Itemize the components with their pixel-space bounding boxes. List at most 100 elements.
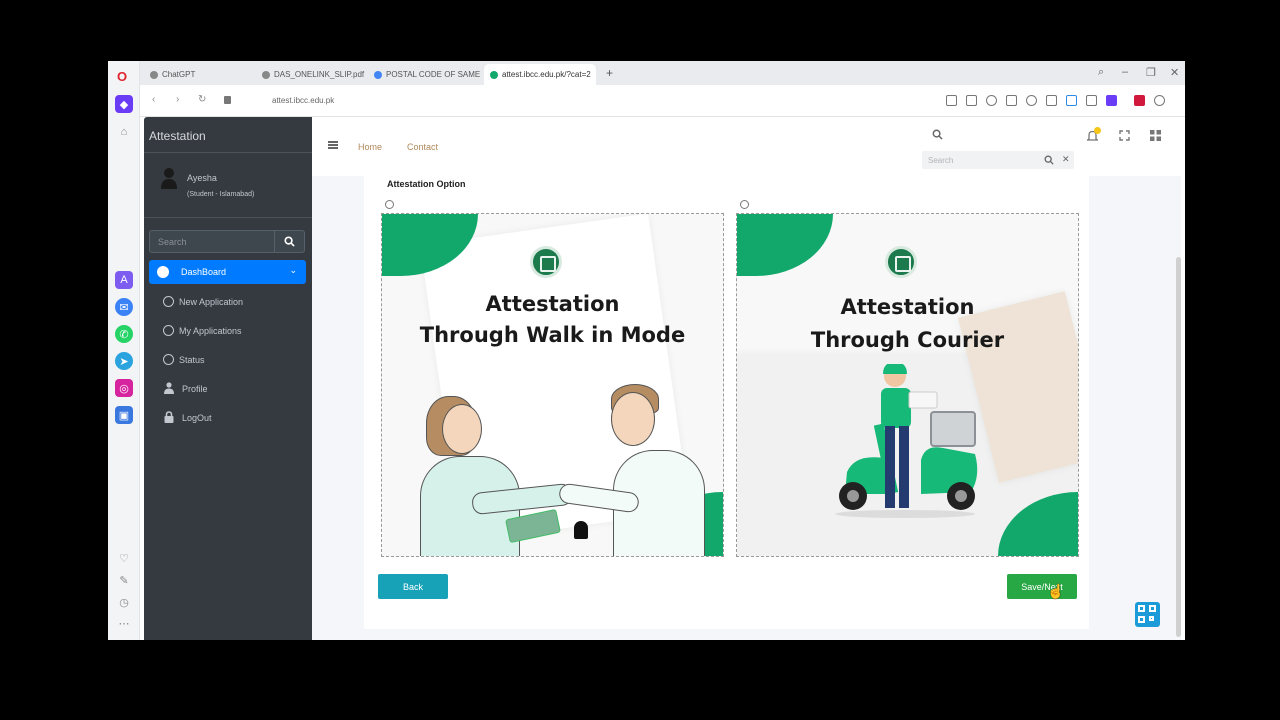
decor-blob [737, 214, 833, 276]
sidebar-item-profile[interactable]: Profile [163, 380, 303, 398]
sidebar-search-input[interactable] [150, 231, 275, 252]
lock-icon [164, 411, 174, 423]
ibcc-icon [490, 70, 498, 79]
extension-icon[interactable] [946, 95, 957, 106]
user-name[interactable]: Ayesha [187, 173, 217, 183]
nav-link-contact[interactable]: Contact [407, 142, 438, 152]
bookmark-heart-icon[interactable] [1026, 95, 1037, 106]
workspace-icon[interactable]: ◆ [115, 95, 133, 113]
tab-chatgpt[interactable]: ChatGPT [144, 64, 254, 85]
user-role: (Student - Islamabad) [187, 191, 255, 198]
tab-bar: ChatGPT DAS_ONELINK_SLIP.pdf POSTAL CODE… [140, 61, 1185, 85]
globe-icon [262, 70, 270, 79]
forward-nav-icon[interactable]: › [176, 94, 179, 105]
courier-radio[interactable] [740, 200, 749, 209]
history-icon[interactable]: ◷ [115, 593, 133, 611]
browser-side-rail: O ◆ ⌂ A ✉ ✆ ➤ ◎ ▣ ♡ ✎ ◷ ⋯ [108, 61, 140, 640]
tab-attest[interactable]: attest.ibcc.edu.pk/?cat=2 [484, 64, 596, 85]
navbar-search: ✕ [922, 151, 1074, 169]
option-title-line2: Through Courier [810, 328, 1005, 352]
minimize-button[interactable]: – [1122, 66, 1128, 78]
search-icon [284, 236, 295, 247]
nav-link-home[interactable]: Home [358, 142, 382, 152]
restore-button[interactable]: ❐ [1146, 66, 1156, 79]
heart-icon[interactable]: ♡ [115, 549, 133, 567]
option-title-line1: Attestation [485, 292, 620, 316]
sidebar-item-dashboard[interactable]: DashBoard ⌄ [149, 260, 306, 284]
tab-label: ChatGPT [162, 70, 196, 79]
option-courier[interactable]: Attestation Through Courier [736, 213, 1079, 557]
head-shape [442, 404, 482, 454]
sidebar-item-status[interactable]: Status [163, 351, 303, 369]
walk-in-radio[interactable] [385, 200, 394, 209]
sidebar-item-my-applications[interactable]: My Applications [163, 322, 303, 340]
save-next-button[interactable]: Save/Next [1007, 574, 1077, 599]
menu-icon[interactable] [1086, 95, 1097, 106]
red-extension-icon[interactable] [1134, 95, 1145, 106]
qr-code-icon[interactable] [1135, 602, 1160, 627]
user-icon [164, 382, 174, 394]
back-nav-icon[interactable]: ‹ [152, 94, 155, 105]
apps-grid-icon[interactable] [1150, 130, 1161, 141]
url-field[interactable]: attest.ibcc.edu.pk [272, 96, 334, 105]
download-icon[interactable] [1046, 95, 1057, 106]
profile-icon[interactable] [1154, 95, 1165, 106]
back-button[interactable]: Back [378, 574, 448, 599]
tab-label: attest.ibcc.edu.pk/?cat=2 [502, 70, 591, 79]
dashboard-icon [157, 266, 169, 278]
tab-search-icon[interactable]: ⌕ [1098, 66, 1104, 79]
home-icon[interactable]: ⌂ [115, 123, 133, 141]
more-icon[interactable]: ⋯ [115, 614, 133, 632]
top-navbar: Home Contact ✕ [312, 117, 1185, 176]
sidebar-item-label: Profile [182, 384, 208, 394]
lock-icon [224, 96, 231, 104]
fullscreen-icon[interactable] [1119, 130, 1130, 141]
edit-icon[interactable]: ✎ [115, 571, 133, 589]
instagram-icon[interactable]: ◎ [115, 379, 133, 397]
search-icon[interactable] [932, 129, 943, 140]
sidebar-item-label: My Applications [179, 326, 242, 336]
qr-corner [1149, 616, 1154, 621]
messenger-icon[interactable]: ✉ [115, 298, 133, 316]
tab-label: POSTAL CODE OF SAMEF [386, 70, 480, 79]
close-window-button[interactable]: ✕ [1170, 66, 1179, 79]
tab-pdf[interactable]: DAS_ONELINK_SLIP.pdf [256, 64, 366, 85]
page-scrollbar[interactable] [1176, 257, 1181, 637]
new-tab-button[interactable]: + [606, 66, 613, 80]
sidebar-toggle-icon[interactable] [1066, 95, 1077, 106]
qr-corner [1138, 605, 1145, 612]
brand-title[interactable]: Attestation [149, 129, 206, 143]
hamburger-menu-icon[interactable] [328, 141, 338, 149]
telegram-icon[interactable]: ➤ [115, 352, 133, 370]
circle-icon [163, 354, 174, 365]
ibcc-seal-icon [530, 246, 562, 278]
sidebar-search-button[interactable] [274, 231, 304, 252]
ibcc-seal-icon [885, 246, 917, 278]
option-title-line2: Through Walk in Mode [419, 323, 686, 347]
sidebar-search [149, 230, 305, 253]
vpn-icon[interactable] [986, 95, 997, 106]
sidebar-item-new-application[interactable]: New Application [163, 293, 303, 311]
divider [144, 152, 312, 153]
option-walk-in[interactable]: Attestation Through Walk in Mode [381, 213, 724, 557]
courier-scooter-illustration [835, 364, 978, 518]
aria-icon[interactable]: A [115, 271, 133, 289]
close-icon[interactable]: ✕ [1062, 154, 1070, 165]
notification-badge [1094, 127, 1101, 134]
avatar[interactable] [160, 167, 178, 189]
whatsapp-icon[interactable]: ✆ [115, 325, 133, 343]
purple-extension-icon[interactable] [1106, 95, 1117, 106]
navbar-search-input[interactable] [922, 151, 1032, 169]
circle-icon [163, 325, 174, 336]
browser-window: O ◆ ⌂ A ✉ ✆ ➤ ◎ ▣ ♡ ✎ ◷ ⋯ ChatGPT DAS_ON… [108, 61, 1185, 640]
player-icon[interactable]: ▣ [115, 406, 133, 424]
opera-logo-icon[interactable]: O [117, 69, 127, 84]
officer-illustration [557, 384, 707, 556]
address-bar: ‹ › ↻ attest.ibcc.edu.pk [140, 85, 1185, 117]
tab-postal-code[interactable]: POSTAL CODE OF SAMEF [368, 64, 480, 85]
sidebar-item-logout[interactable]: LogOut [163, 409, 303, 427]
play-icon[interactable] [1006, 95, 1017, 106]
search-submit-icon[interactable] [1044, 155, 1054, 165]
reload-icon[interactable]: ↻ [198, 94, 206, 105]
camera-icon[interactable] [966, 95, 977, 106]
